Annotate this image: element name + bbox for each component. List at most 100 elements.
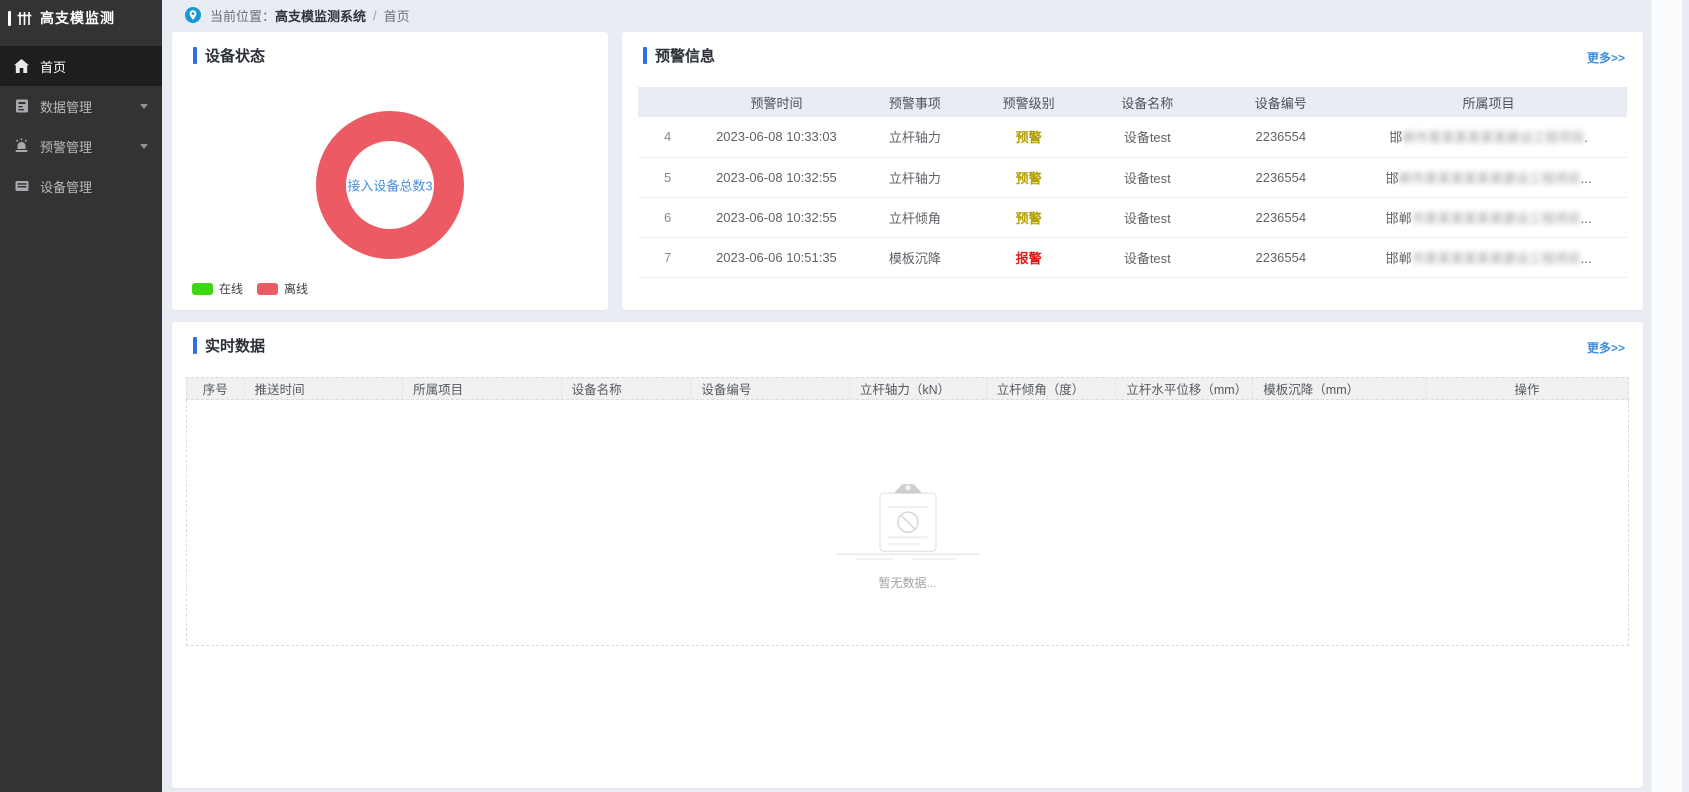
col-device-code: 设备编号 — [1212, 87, 1350, 117]
blurred-text: 市某某某某某某建设工程项目 — [1412, 251, 1581, 266]
breadcrumb-label: 当前位置： — [210, 6, 275, 25]
app-logo: 高支模监测 — [0, 0, 162, 36]
app-title: 高支模监测 — [40, 8, 115, 28]
offline-swatch — [257, 283, 278, 295]
device-icon — [13, 178, 30, 195]
row-index: 5 — [638, 157, 697, 197]
table-row: 5 2023-06-08 10:32:55 立杆轴力 预警 设备test 223… — [638, 157, 1627, 197]
table-row: 6 2023-06-08 10:32:55 立杆倾角 预警 设备test 223… — [638, 197, 1627, 237]
col-actions: 操作 — [1426, 378, 1628, 399]
table-row: 7 2023-06-06 10:51:35 模板沉降 报警 设备test 223… — [638, 237, 1627, 277]
alarm-level-badge: 预警 — [974, 197, 1083, 237]
sidebar-item-label: 预警管理 — [40, 137, 140, 156]
sidebar-item-label: 首页 — [40, 57, 148, 76]
alarm-table: 预警时间 预警事项 预警级别 设备名称 设备编号 所属项目 4 2023-06-… — [638, 87, 1627, 278]
sidebar-nav: 首页 数据管理 预警管理 设备管理 — [0, 46, 162, 206]
scrollbar[interactable] — [1651, 0, 1682, 792]
logo-accent-bar — [8, 11, 11, 26]
alarm-time: 2023-06-08 10:33:03 — [697, 117, 855, 157]
device-code: 2236554 — [1212, 157, 1350, 197]
legend-label: 离线 — [284, 280, 308, 297]
device-code: 2236554 — [1212, 237, 1350, 277]
alarm-time: 2023-06-08 10:32:55 — [697, 197, 855, 237]
col-device-name: 设备名称 — [1083, 87, 1212, 117]
project-name: 邯郸市某某某某某某建设工程项目... — [1350, 197, 1627, 237]
col-displacement: 立杆水平位移（mm） — [1116, 378, 1253, 399]
alarm-time: 2023-06-06 10:51:35 — [697, 237, 855, 277]
chevron-down-icon — [140, 104, 148, 109]
project-name: 邯郸市某某某某某某建设工程项目... — [1350, 237, 1627, 277]
alarm-time: 2023-06-08 10:32:55 — [697, 157, 855, 197]
sidebar-item-data-management[interactable]: 数据管理 — [0, 86, 162, 126]
blurred-text: 郸市某某某某某某建设工程项目 — [1399, 171, 1581, 186]
device-code: 2236554 — [1212, 197, 1350, 237]
chart-legend: 在线 离线 — [192, 280, 322, 297]
alarm-level-badge: 预警 — [974, 157, 1083, 197]
row-index: 6 — [638, 197, 697, 237]
col-alarm-level: 预警级别 — [974, 87, 1083, 117]
legend-item-online[interactable]: 在线 — [192, 280, 243, 297]
blurred-text: 郸市某某某某某某建设工程项目 — [1402, 130, 1584, 145]
row-index: 4 — [638, 117, 697, 157]
chevron-down-icon — [140, 144, 148, 149]
sidebar-item-label: 数据管理 — [40, 97, 140, 116]
breadcrumb-root-link[interactable]: 高支模监测系统 — [275, 6, 366, 25]
device-name: 设备test — [1083, 117, 1212, 157]
title-accent-bar — [643, 47, 647, 64]
col-alarm-item: 预警事项 — [856, 87, 975, 117]
col-project: 所属项目 — [1350, 87, 1627, 117]
device-name: 设备test — [1083, 157, 1212, 197]
online-swatch — [192, 283, 213, 295]
device-name: 设备test — [1083, 197, 1212, 237]
realtime-table-body: 暂无数据... — [186, 400, 1629, 646]
legend-item-offline[interactable]: 离线 — [257, 280, 308, 297]
legend-label: 在线 — [219, 280, 243, 297]
realtime-data-card: 实时数据 更多>> 序号 推送时间 所属项目 设备名称 设备编号 立杆轴力（kN… — [172, 322, 1643, 788]
realtime-table-header-row: 序号 推送时间 所属项目 设备名称 设备编号 立杆轴力（kN） 立杆倾角（度） … — [186, 377, 1629, 400]
alert-icon — [13, 138, 30, 155]
col-project: 所属项目 — [403, 378, 562, 399]
col-axial-force: 立杆轴力（kN） — [850, 378, 987, 399]
sidebar-item-warning-management[interactable]: 预警管理 — [0, 126, 162, 166]
device-status-card: 设备状态 接入设备总数3 在线 离线 — [172, 32, 608, 310]
location-pin-icon — [185, 7, 201, 23]
home-icon — [13, 58, 30, 75]
title-accent-bar — [193, 47, 197, 64]
blurred-text: 市某某某某某某建设工程项目 — [1412, 211, 1581, 226]
alarm-item: 立杆轴力 — [856, 157, 975, 197]
alarm-item: 模板沉降 — [856, 237, 975, 277]
alarm-more-link[interactable]: 更多>> — [1587, 49, 1625, 66]
alarm-level-badge: 报警 — [974, 237, 1083, 277]
realtime-table: 序号 推送时间 所属项目 设备名称 设备编号 立杆轴力（kN） 立杆倾角（度） … — [186, 377, 1629, 646]
data-icon — [13, 98, 30, 115]
row-index: 7 — [638, 237, 697, 277]
sidebar: 高支模监测 首页 数据管理 预警管理 设备管理 — [0, 0, 162, 792]
main-content: 当前位置： 高支模监测系统 / 首页 设备状态 接入设备总数3 在线 离线 — [162, 0, 1689, 792]
alarm-level-badge: 预警 — [974, 117, 1083, 157]
realtime-data-title: 实时数据 — [205, 335, 265, 356]
col-index — [638, 87, 697, 117]
breadcrumb-current: 首页 — [384, 6, 410, 25]
col-settlement: 模板沉降（mm） — [1253, 378, 1426, 399]
col-device-name: 设备名称 — [562, 378, 692, 399]
alarm-item: 立杆倾角 — [856, 197, 975, 237]
project-name: 邯郸市某某某某某某建设工程项目... — [1350, 157, 1627, 197]
alarm-item: 立杆轴力 — [856, 117, 975, 157]
alarm-info-title: 预警信息 — [655, 45, 715, 66]
col-tilt-angle: 立杆倾角（度） — [987, 378, 1117, 399]
sidebar-item-label: 设备管理 — [40, 177, 148, 196]
col-alarm-time: 预警时间 — [697, 87, 855, 117]
empty-clipboard-icon — [828, 481, 988, 563]
col-device-code: 设备编号 — [691, 378, 850, 399]
col-push-time: 推送时间 — [245, 378, 404, 399]
empty-state: 暂无数据... — [828, 481, 988, 591]
alarm-info-card: 预警信息 更多>> 预警时间 预警事项 预警级别 设备名称 设备编号 所属项目 … — [622, 32, 1643, 310]
breadcrumb: 当前位置： 高支模监测系统 / 首页 — [162, 0, 1689, 30]
device-status-donut-chart[interactable]: 接入设备总数3 — [316, 111, 464, 259]
realtime-more-link[interactable]: 更多>> — [1587, 339, 1625, 356]
sidebar-item-device-management[interactable]: 设备管理 — [0, 166, 162, 206]
logo-grid-icon — [17, 11, 32, 26]
donut-center-label: 接入设备总数3 — [347, 176, 432, 195]
title-accent-bar — [193, 337, 197, 354]
sidebar-item-home[interactable]: 首页 — [0, 46, 162, 86]
